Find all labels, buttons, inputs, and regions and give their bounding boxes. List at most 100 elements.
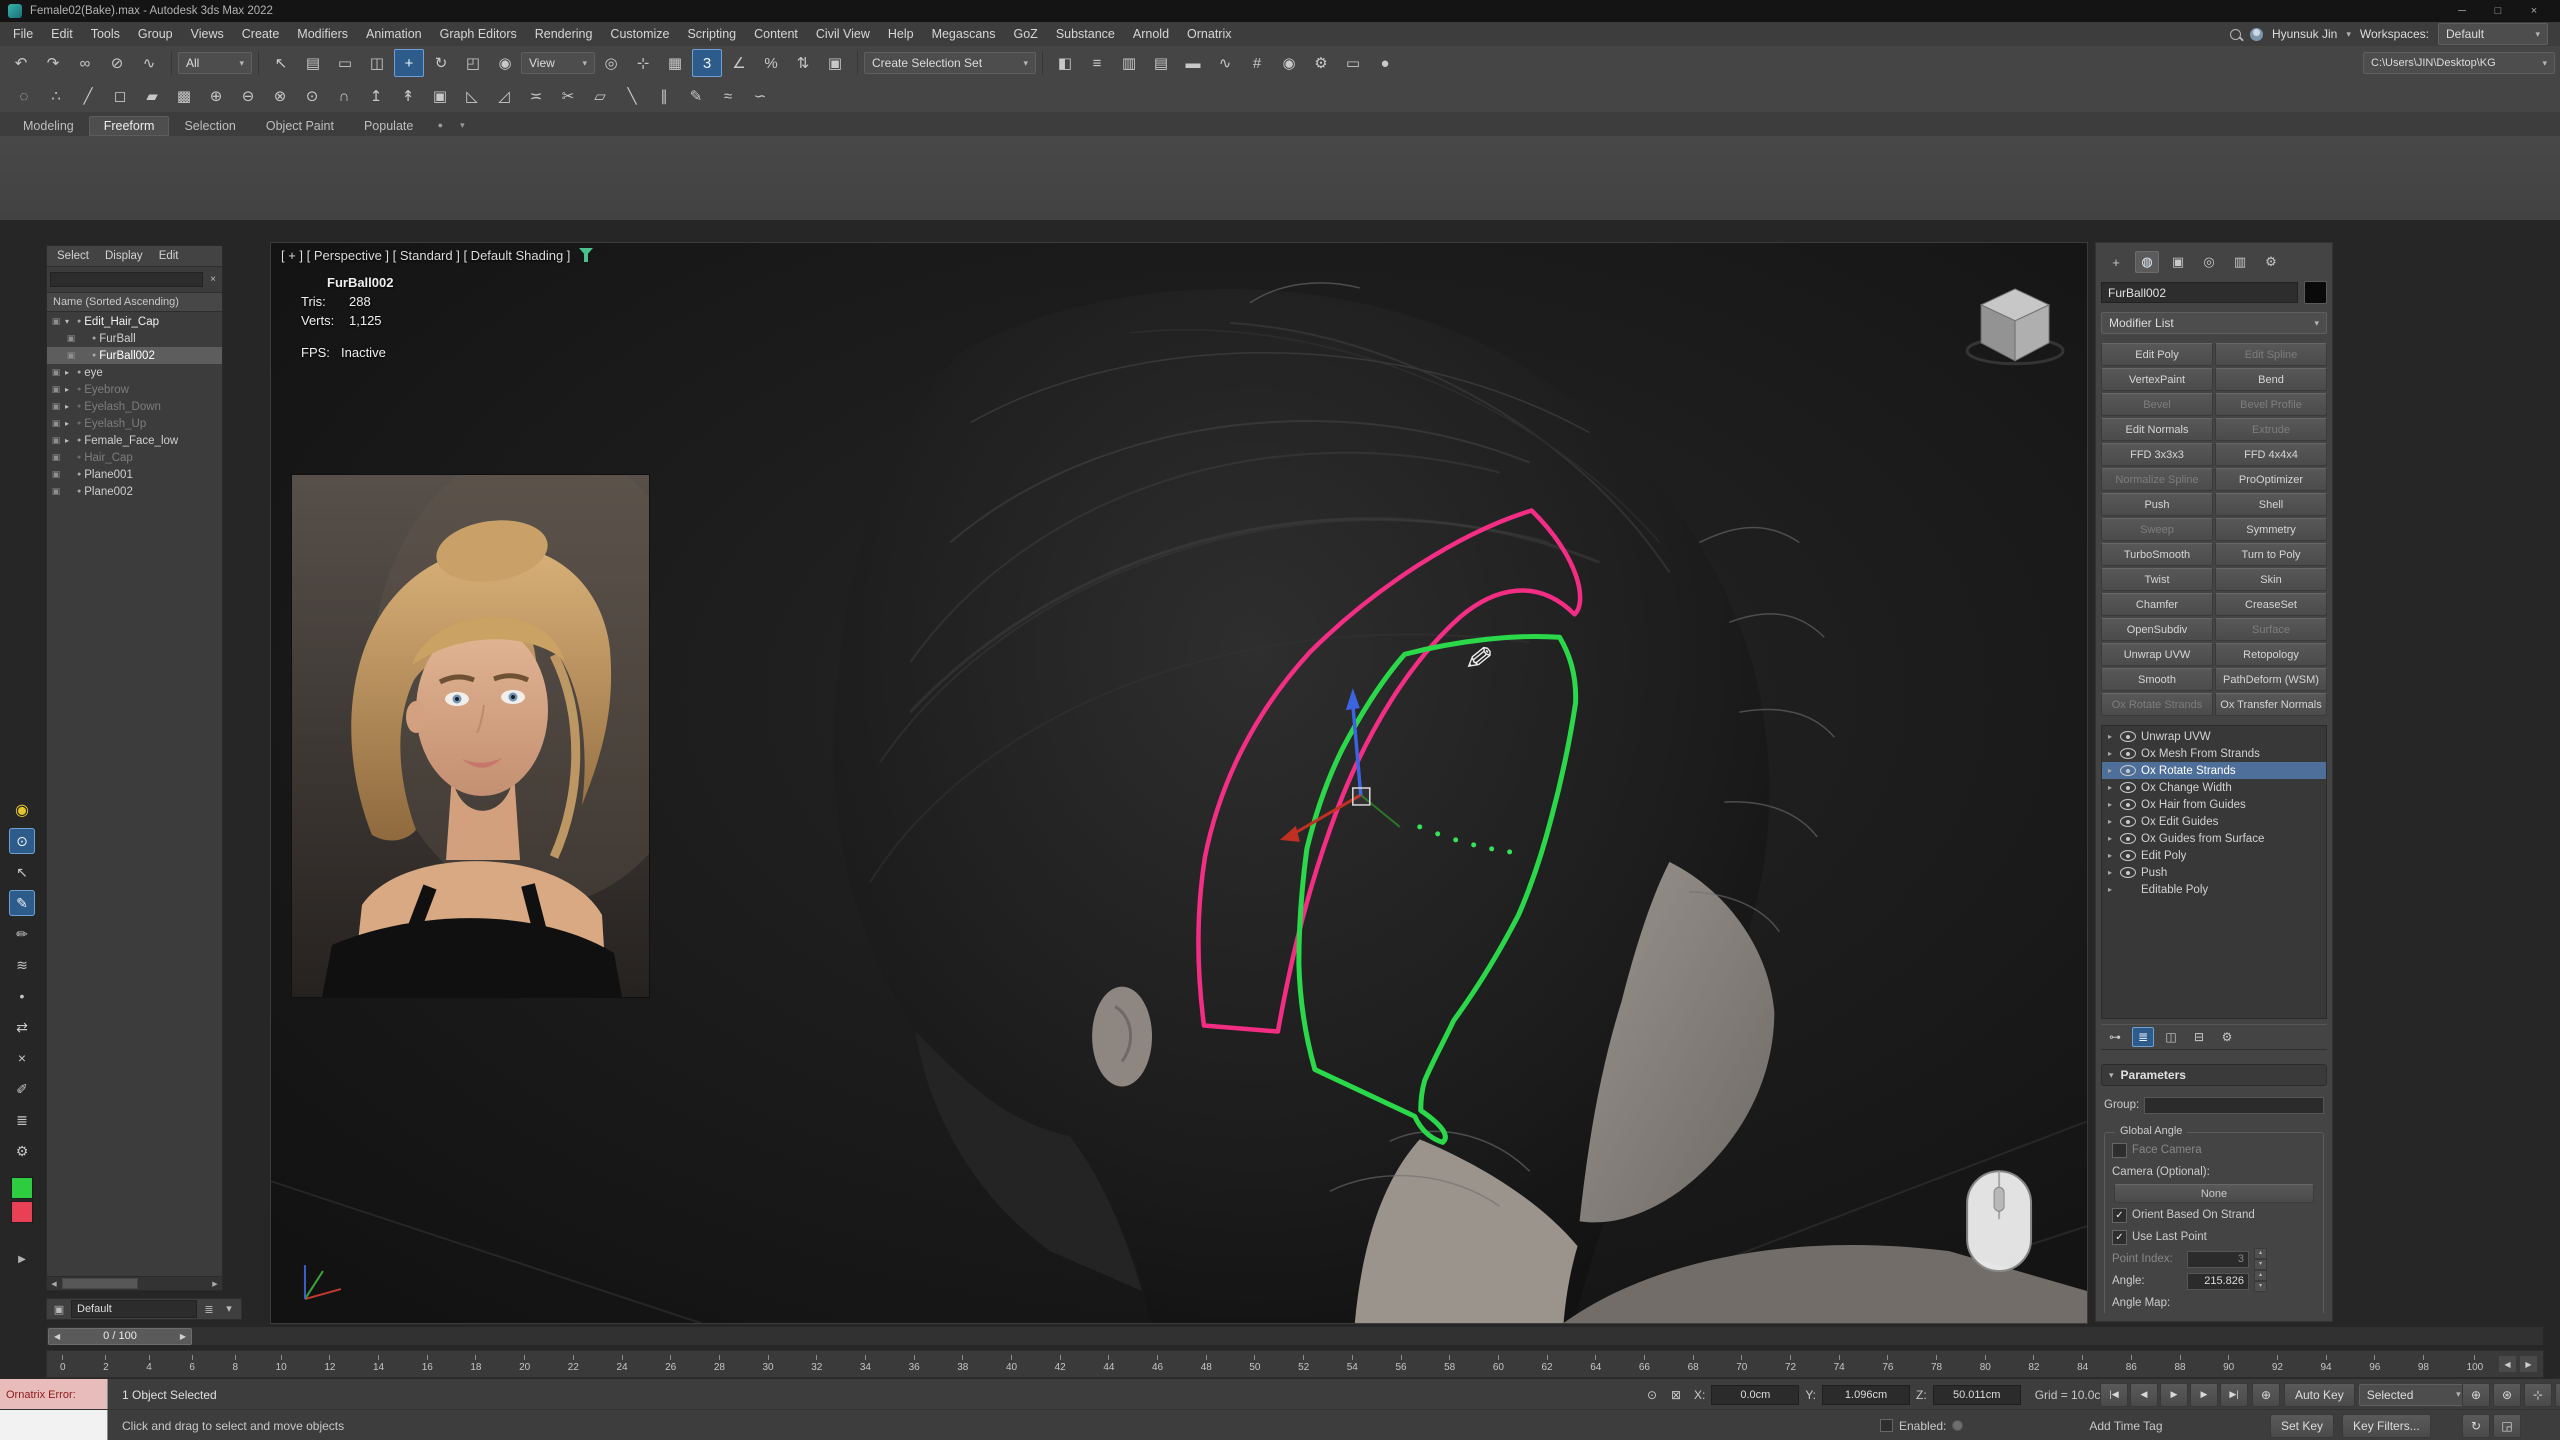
track-scroll-right-icon[interactable]: ▶ <box>2519 1355 2538 1373</box>
select-and-place-icon[interactable]: ◉ <box>490 49 520 77</box>
modifier-button[interactable]: Twist <box>2101 568 2213 591</box>
viewport-filter-funnel-icon[interactable] <box>579 248 593 263</box>
menu-item[interactable]: Substance <box>1047 27 1124 41</box>
select-and-link-icon[interactable]: ∞ <box>70 49 100 77</box>
toggle-scene-explorer-icon[interactable]: ▥ <box>1114 49 1144 77</box>
point-edit-icon[interactable]: • <box>9 983 35 1009</box>
outline-faces-icon[interactable]: ◺ <box>457 82 487 110</box>
modifier-button[interactable]: Retopology <box>2215 643 2327 666</box>
menu-item[interactable]: File <box>4 27 42 41</box>
point-index-spinner[interactable]: ▴▾ <box>2254 1248 2267 1270</box>
select-and-scale-icon[interactable]: ◰ <box>458 49 488 77</box>
menu-item[interactable]: Graph Editors <box>431 27 526 41</box>
node-display-icon[interactable]: ▣ <box>50 469 62 480</box>
reference-coordinate-system-dropdown[interactable]: View ▾ <box>521 52 595 74</box>
node-display-icon[interactable]: ▣ <box>50 401 62 412</box>
object-name-field[interactable] <box>2101 282 2298 303</box>
modifier-button[interactable]: Ox Rotate Strands <box>2101 693 2213 716</box>
ornatrix-logo-icon[interactable]: ◉ <box>9 797 35 823</box>
create-tab-icon[interactable]: + <box>2104 251 2128 273</box>
scene-explorer-row[interactable]: ▣ ▸ ● Female_Face_low <box>47 432 222 449</box>
group-field[interactable] <box>2144 1097 2324 1114</box>
signed-in-user[interactable]: Hyunsuk Jin <box>2272 27 2337 41</box>
viewport-label[interactable]: [ + ] [ Perspective ] [ Standard ] [ Def… <box>281 248 593 263</box>
scene-explorer-scrollbar[interactable]: ◀ ▶ <box>47 1276 222 1290</box>
expand-arrow-icon[interactable]: ▾ <box>65 317 74 326</box>
menu-item[interactable]: Rendering <box>526 27 602 41</box>
expand-arrow-icon[interactable]: ▸ <box>65 419 74 428</box>
node-display-icon[interactable]: ▣ <box>50 435 62 446</box>
scene-explorer-menu[interactable]: Edit <box>151 250 187 262</box>
add-time-tag[interactable]: Add Time Tag <box>2089 1419 2162 1433</box>
modifier-button[interactable]: Chamfer <box>2101 593 2213 616</box>
auto-key-button[interactable]: Auto Key <box>2284 1383 2355 1407</box>
swift-loop-icon[interactable]: ∥ <box>649 82 679 110</box>
project-folder-dropdown[interactable]: C:\Users\JIN\Desktop\KG ▾ <box>2363 52 2555 74</box>
angle-field[interactable]: 215.826 <box>2187 1273 2249 1290</box>
perspective-viewport[interactable]: ✎ [ <box>270 242 2088 1324</box>
expand-arrow-icon[interactable]: ▸ <box>2105 783 2115 792</box>
toggle-layer-explorer-icon[interactable]: ▤ <box>1146 49 1176 77</box>
menu-item[interactable]: Customize <box>601 27 678 41</box>
node-display-icon[interactable]: ▣ <box>50 452 62 463</box>
modifier-stack-row[interactable]: ▸ Edit Poly <box>2102 847 2326 864</box>
slice-plane-icon[interactable]: ▱ <box>585 82 615 110</box>
rectangular-selection-region-icon[interactable]: ▭ <box>330 49 360 77</box>
remove-modifier-icon[interactable]: ⊟ <box>2188 1027 2210 1047</box>
conform-brush-icon[interactable]: ∽ <box>745 82 775 110</box>
select-cursor-icon[interactable]: ↖ <box>9 859 35 885</box>
toolbar-expand-icon[interactable]: ▶ <box>18 1254 26 1265</box>
layer-icon[interactable]: ▣ <box>51 1303 67 1316</box>
modifier-button[interactable]: PathDeform (WSM) <box>2215 668 2327 691</box>
select-and-rotate-icon[interactable]: ↻ <box>426 49 456 77</box>
modifier-button[interactable]: Surface <box>2215 618 2327 641</box>
modifier-stack-row[interactable]: ▸ Ox Hair from Guides <box>2102 796 2326 813</box>
modifier-button[interactable]: Unwrap UVW <box>2101 643 2213 666</box>
select-object-icon[interactable]: ↖ <box>266 49 296 77</box>
modifier-button[interactable]: Sweep <box>2101 518 2213 541</box>
orbit-icon[interactable]: ↻ <box>2462 1414 2490 1438</box>
attach-icon[interactable]: ⊕ <box>201 82 231 110</box>
scene-explorer-row[interactable]: ▣ ● Hair_Cap <box>47 449 222 466</box>
menu-item[interactable]: Content <box>745 27 807 41</box>
edit-named-selection-sets-icon[interactable]: ▣ <box>820 49 850 77</box>
modifier-stack-row[interactable]: ▸ Editable Poly <box>2102 881 2326 898</box>
menu-item[interactable]: Civil View <box>807 27 879 41</box>
face-camera-checkbox[interactable] <box>2112 1143 2127 1158</box>
target-weld-icon[interactable]: ⊙ <box>297 82 327 110</box>
gizmo-center-handle[interactable] <box>1353 788 1370 805</box>
delete-strands-icon[interactable]: × <box>9 1045 35 1071</box>
modifier-stack-row[interactable]: ▸ Ox Mesh From Strands <box>2102 745 2326 762</box>
expand-arrow-icon[interactable]: ▸ <box>2105 817 2115 826</box>
next-frame-button[interactable]: ▶ <box>2190 1383 2218 1407</box>
bridge-edges-icon[interactable]: ∩ <box>329 82 359 110</box>
menu-item[interactable]: Modifiers <box>288 27 357 41</box>
render-production-icon[interactable]: ● <box>1370 49 1400 77</box>
expand-arrow-icon[interactable]: ▸ <box>2105 868 2115 877</box>
z-coordinate-field[interactable]: 50.011cm <box>1933 1385 2021 1405</box>
chevron-down-icon[interactable]: ▾ <box>221 1304 237 1315</box>
orient-based-on-strand-checkbox[interactable]: ✓ <box>2112 1208 2127 1223</box>
bind-to-space-warp-icon[interactable]: ∿ <box>134 49 164 77</box>
pin-stack-icon[interactable]: ⊶ <box>2104 1027 2126 1047</box>
keyboard-shortcut-override-icon[interactable]: ▦ <box>660 49 690 77</box>
scene-explorer-row[interactable]: ▣ ▾ ● Edit_Hair_Cap <box>47 313 222 330</box>
scene-explorer-row[interactable]: ▣ ● FurBall <box>47 330 222 347</box>
isolate-selection-icon[interactable]: ⊙ <box>1641 1385 1663 1405</box>
modifier-button[interactable]: Edit Spline <box>2215 343 2327 366</box>
expand-arrow-icon[interactable]: ▸ <box>2105 851 2115 860</box>
modifier-button[interactable]: Smooth <box>2101 668 2213 691</box>
hair-pen-icon[interactable]: ✏ <box>9 921 35 947</box>
maximize-button[interactable]: □ <box>2480 1 2516 21</box>
modifier-button[interactable]: Turn to Poly <box>2215 543 2327 566</box>
modifier-button[interactable]: Edit Normals <box>2101 418 2213 441</box>
workspace-dropdown[interactable]: Default ▾ <box>2438 23 2548 45</box>
snap-toggle-3d-icon[interactable]: 3 <box>692 49 722 77</box>
object-color-swatch[interactable] <box>2304 281 2327 304</box>
node-display-icon[interactable]: ▣ <box>50 384 62 395</box>
percent-snap-toggle-icon[interactable]: % <box>756 49 786 77</box>
lock-selection-icon[interactable]: ⊠ <box>1665 1385 1687 1405</box>
connect-edges-icon[interactable]: ≍ <box>521 82 551 110</box>
next-frame-icon[interactable]: ▶ <box>180 1332 186 1341</box>
viewport-label-text[interactable]: [ + ] [ Perspective ] [ Standard ] [ Def… <box>281 248 570 263</box>
